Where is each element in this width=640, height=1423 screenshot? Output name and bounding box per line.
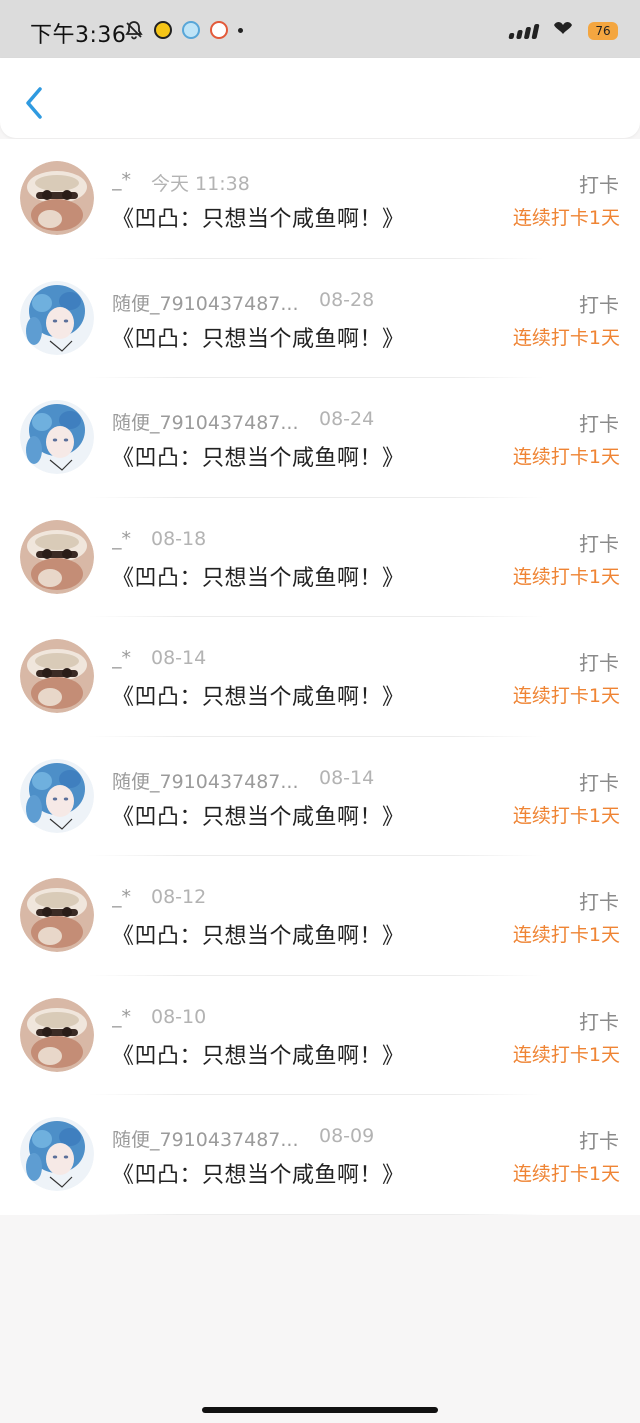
user-name: _*: [112, 169, 131, 191]
work-title: 《凹凸：只想当个咸鱼啊！》: [112, 924, 405, 949]
avatar-character-b: [20, 280, 94, 355]
avatar[interactable]: [20, 161, 94, 235]
user-name: _*: [112, 886, 131, 908]
status-time: 下午3:36: [30, 23, 127, 48]
streak-label: 连续打卡1天: [512, 446, 620, 468]
avatar[interactable]: [20, 878, 94, 952]
avatar-character-a: [20, 639, 94, 713]
work-title: 《凹凸：只想当个咸鱼啊！》: [112, 685, 405, 710]
record-type-label: 打卡: [579, 412, 619, 436]
list-item[interactable]: 随便_7910437487... 08-14 《凹凸：只想当个咸鱼啊！》 打卡 …: [0, 736, 640, 856]
record-type-label: 打卡: [579, 1129, 619, 1153]
streak-label: 连续打卡1天: [512, 1043, 620, 1066]
record-type-label: 打卡: [579, 531, 619, 556]
app-notification-icon: [154, 21, 172, 39]
record-time: 08-09: [319, 1125, 375, 1147]
list-item[interactable]: 随便_7910437487... 08-24 《凹凸：只想当个咸鱼啊！》 打卡 …: [0, 378, 640, 498]
signal-icon: [508, 23, 540, 39]
record-time: 今天 11:38: [151, 173, 250, 195]
work-title: 《凹凸：只想当个咸鱼啊！》: [112, 446, 405, 471]
work-title: 《凹凸：只想当个咸鱼啊！》: [112, 1043, 405, 1069]
bell-off-icon: [124, 20, 144, 40]
list-item[interactable]: _* 今天 11:38 《凹凸：只想当个咸鱼啊！》 打卡 连续打卡1天: [0, 139, 640, 259]
battery-icon: 76: [588, 22, 618, 40]
home-indicator: [202, 1407, 438, 1413]
list-item[interactable]: 随便_7910437487... 08-09 《凹凸：只想当个咸鱼啊！》 打卡 …: [0, 1095, 640, 1215]
user-name: _*: [112, 1005, 131, 1028]
avatar[interactable]: [20, 400, 94, 474]
status-bar: 下午3:36 76: [0, 0, 640, 58]
record-time: 08-10: [151, 1005, 207, 1028]
work-title: 《凹凸：只想当个咸鱼啊！》: [112, 565, 405, 591]
user-name: 随便_7910437487...: [112, 770, 299, 793]
avatar[interactable]: [20, 639, 94, 713]
record-time: 08-12: [151, 886, 207, 908]
avatar[interactable]: [20, 1117, 94, 1191]
wifi-icon: [552, 20, 574, 42]
streak-label: 连续打卡1天: [512, 804, 620, 827]
avatar-character-a: [20, 519, 94, 594]
streak-label: 连续打卡1天: [512, 1163, 620, 1185]
list-item[interactable]: _* 08-14 《凹凸：只想当个咸鱼啊！》 打卡 连续打卡1天: [0, 617, 640, 737]
avatar[interactable]: [20, 519, 94, 594]
avatar[interactable]: [20, 997, 94, 1072]
user-name: 随便_7910437487...: [112, 1129, 299, 1151]
streak-label: 连续打卡1天: [512, 924, 620, 946]
avatar-character-a: [20, 997, 94, 1072]
more-dot-icon: [238, 27, 243, 33]
record-type-label: 打卡: [579, 770, 619, 795]
work-title: 《凹凸：只想当个咸鱼啊！》: [112, 804, 405, 830]
work-title: 《凹凸：只想当个咸鱼啊！》: [112, 207, 405, 232]
top-nav-bar: [0, 58, 640, 138]
record-type-label: 打卡: [579, 651, 619, 675]
avatar[interactable]: [20, 758, 94, 833]
status-system-icons: 76: [508, 20, 618, 42]
avatar-character-b: [20, 400, 94, 474]
record-type-label: 打卡: [579, 173, 619, 197]
avatar-character-a: [20, 878, 94, 952]
streak-label: 连续打卡1天: [512, 326, 620, 349]
app-notification-icon: [210, 21, 228, 39]
record-time: 08-14: [319, 766, 375, 789]
list-item[interactable]: _* 08-10 《凹凸：只想当个咸鱼啊！》 打卡 连续打卡1天: [0, 975, 640, 1095]
user-name: _*: [112, 647, 131, 669]
record-time: 08-18: [151, 527, 207, 550]
list-item[interactable]: _* 08-18 《凹凸：只想当个咸鱼啊！》 打卡 连续打卡1天: [0, 497, 640, 617]
work-title: 《凹凸：只想当个咸鱼啊！》: [112, 1163, 405, 1188]
streak-label: 连续打卡1天: [512, 207, 620, 229]
record-type-label: 打卡: [579, 1009, 619, 1034]
app-notification-icon: [182, 21, 200, 39]
record-type-label: 打卡: [579, 890, 619, 914]
list-item[interactable]: _* 08-12 《凹凸：只想当个咸鱼啊！》 打卡 连续打卡1天: [0, 856, 640, 976]
list-item[interactable]: 随便_7910437487... 08-28 《凹凸：只想当个咸鱼啊！》 打卡 …: [0, 258, 640, 378]
status-notification-icons: [124, 20, 243, 40]
divider: [88, 1213, 544, 1215]
streak-label: 连续打卡1天: [512, 565, 620, 588]
streak-label: 连续打卡1天: [512, 685, 620, 707]
user-name: 随便_7910437487...: [112, 412, 299, 434]
avatar-character-a: [20, 161, 94, 235]
record-type-label: 打卡: [579, 292, 619, 317]
avatar-character-b: [20, 758, 94, 833]
chevron-left-icon: [26, 87, 42, 119]
avatar[interactable]: [20, 280, 94, 355]
record-time: 08-24: [319, 408, 375, 430]
user-name: _*: [112, 527, 131, 550]
user-name: 随便_7910437487...: [112, 292, 299, 315]
back-button[interactable]: [20, 84, 50, 124]
record-time: 08-28: [319, 288, 375, 311]
record-time: 08-14: [151, 647, 207, 669]
avatar-character-b: [20, 1117, 94, 1191]
checkin-record-list: _* 今天 11:38 《凹凸：只想当个咸鱼啊！》 打卡 连续打卡1天 随便_7…: [0, 139, 640, 1215]
work-title: 《凹凸：只想当个咸鱼啊！》: [112, 326, 405, 352]
